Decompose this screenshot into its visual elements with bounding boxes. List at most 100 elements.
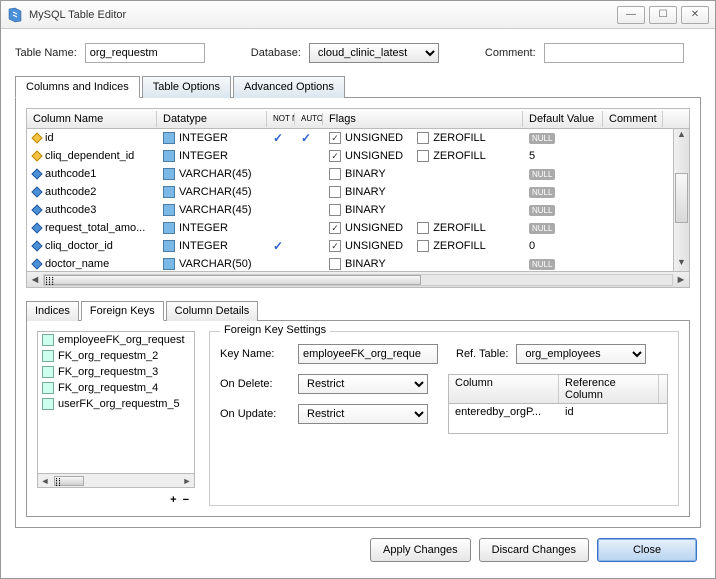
default-value[interactable]: NULL (523, 132, 603, 145)
scroll-down-arrow[interactable]: ▼ (674, 257, 689, 271)
flag-checkbox[interactable] (329, 204, 341, 216)
column-name: authcode2 (45, 186, 96, 198)
grid-body[interactable]: idINTEGER✓✓✓UNSIGNED ZEROFILLNULLcliq_de… (27, 129, 673, 271)
ref-columns-grid[interactable]: Column Reference Column enteredby_orgP..… (448, 374, 668, 434)
discard-changes-button[interactable]: Discard Changes (479, 538, 589, 562)
datatype-icon (163, 132, 175, 144)
ref-cell-column[interactable]: enteredby_orgP... (449, 404, 559, 420)
footer-buttons: Apply Changes Discard Changes Close (15, 528, 701, 564)
default-value[interactable]: NULL (523, 168, 603, 181)
ref-header-refcol[interactable]: Reference Column (559, 375, 659, 403)
fk-scroll-right[interactable]: ► (180, 476, 194, 486)
ref-table-select[interactable]: org_employees (516, 344, 646, 364)
hscroll-thumb[interactable]: ⁞⁞⁞ (44, 275, 421, 285)
fk-settings: Foreign Key Settings Key Name: Ref. Tabl… (209, 331, 679, 506)
default-value[interactable]: NULL (523, 222, 603, 235)
fk-item-label: FK_org_requestm_4 (58, 382, 158, 394)
header-column-name[interactable]: Column Name (27, 111, 157, 127)
table-row[interactable]: request_total_amo...INTEGER✓UNSIGNED ZER… (27, 219, 673, 237)
flag-checkbox[interactable] (329, 186, 341, 198)
default-value[interactable]: 5 (523, 149, 603, 163)
fk-remove-button[interactable]: − (183, 494, 195, 506)
scroll-right-arrow[interactable]: ► (673, 274, 689, 286)
flag-label: BINARY (345, 186, 386, 198)
table-row[interactable]: authcode1VARCHAR(45)BINARYNULL (27, 165, 673, 183)
apply-changes-button[interactable]: Apply Changes (370, 538, 471, 562)
fk-add-button[interactable]: + (170, 494, 182, 506)
on-delete-select[interactable]: Restrict (298, 374, 428, 394)
columns-grid: Column Name Datatype NOT NULL AUTO INC F… (26, 108, 690, 288)
fk-list-item[interactable]: userFK_org_requestm_5 (38, 396, 194, 412)
on-update-label: On Update: (220, 408, 290, 420)
flag-checkbox[interactable] (417, 240, 429, 252)
fk-list-item[interactable]: employeeFK_org_request (38, 332, 194, 348)
ref-header-column[interactable]: Column (449, 375, 559, 403)
fk-list-container: employeeFK_org_requestFK_org_requestm_2F… (37, 331, 195, 506)
datatype-icon (163, 222, 175, 234)
ref-cell-refcol[interactable]: id (559, 404, 659, 420)
fk-icon (42, 334, 54, 346)
flag-label: ZEROFILL (433, 132, 486, 144)
fk-list[interactable]: employeeFK_org_requestFK_org_requestm_2F… (37, 331, 195, 474)
fk-hscroll[interactable]: ◄ ⁞⁞ ► (37, 474, 195, 488)
tab-columns-indices[interactable]: Columns and Indices (15, 76, 140, 98)
database-select[interactable]: cloud_clinic_latest (309, 43, 439, 63)
vertical-scrollbar[interactable]: ▲ ▼ (673, 129, 689, 271)
default-value[interactable]: NULL (523, 204, 603, 217)
flag-checkbox[interactable]: ✓ (329, 150, 341, 162)
header-auto-inc[interactable]: AUTO INC (295, 113, 323, 125)
column-name: authcode3 (45, 204, 96, 216)
maximize-button[interactable]: ☐ (649, 6, 677, 24)
default-value[interactable]: NULL (523, 258, 603, 271)
main-tabs: Columns and Indices Table Options Advanc… (15, 75, 701, 98)
fk-list-item[interactable]: FK_org_requestm_4 (38, 380, 194, 396)
flag-checkbox[interactable] (329, 258, 341, 270)
close-button[interactable]: Close (597, 538, 697, 562)
header-datatype[interactable]: Datatype (157, 111, 267, 127)
header-not-null[interactable]: NOT NULL (267, 113, 295, 125)
table-row[interactable]: cliq_dependent_idINTEGER✓UNSIGNED ZEROFI… (27, 147, 673, 165)
subtab-indices[interactable]: Indices (26, 301, 79, 321)
default-value[interactable]: NULL (523, 186, 603, 199)
close-window-button[interactable]: ✕ (681, 6, 709, 24)
foreign-keys-panel: employeeFK_org_requestFK_org_requestm_2F… (26, 320, 690, 517)
minimize-button[interactable]: — (617, 6, 645, 24)
table-name-input[interactable] (85, 43, 205, 63)
table-row[interactable]: cliq_doctor_idINTEGER✓✓UNSIGNED ZEROFILL… (27, 237, 673, 255)
table-row[interactable]: authcode3VARCHAR(45)BINARYNULL (27, 201, 673, 219)
table-row[interactable]: doctor_nameVARCHAR(50)BINARYNULL (27, 255, 673, 271)
null-badge: NULL (529, 223, 555, 234)
table-row[interactable]: idINTEGER✓✓✓UNSIGNED ZEROFILLNULL (27, 129, 673, 147)
table-row[interactable]: authcode2VARCHAR(45)BINARYNULL (27, 183, 673, 201)
flag-checkbox[interactable] (329, 168, 341, 180)
flag-checkbox[interactable] (417, 150, 429, 162)
default-value[interactable]: 0 (523, 239, 603, 253)
scroll-up-arrow[interactable]: ▲ (674, 129, 689, 143)
fk-scroll-left[interactable]: ◄ (38, 476, 52, 486)
flag-checkbox[interactable] (417, 132, 429, 144)
flag-checkbox[interactable]: ✓ (329, 132, 341, 144)
tab-advanced-options[interactable]: Advanced Options (233, 76, 345, 98)
header-default[interactable]: Default Value (523, 111, 603, 127)
on-update-select[interactable]: Restrict (298, 404, 428, 424)
flag-checkbox[interactable]: ✓ (329, 222, 341, 234)
subtab-foreign-keys[interactable]: Foreign Keys (81, 301, 164, 321)
horizontal-scrollbar[interactable]: ◄ ⁞⁞⁞ ► (27, 271, 689, 287)
comment-input[interactable] (544, 43, 684, 63)
key-name-input[interactable] (298, 344, 438, 364)
tab-table-options[interactable]: Table Options (142, 76, 231, 98)
fk-list-item[interactable]: FK_org_requestm_3 (38, 364, 194, 380)
scroll-thumb[interactable] (675, 173, 688, 223)
datatype-icon (163, 168, 175, 180)
column-name: request_total_amo... (45, 222, 145, 234)
column-icon (31, 132, 42, 143)
scroll-left-arrow[interactable]: ◄ (27, 274, 43, 286)
fk-scroll-thumb[interactable]: ⁞⁞ (54, 476, 84, 486)
header-flags[interactable]: Flags (323, 111, 523, 127)
key-name-label: Key Name: (220, 348, 290, 360)
subtab-column-details[interactable]: Column Details (166, 301, 259, 321)
flag-checkbox[interactable] (417, 222, 429, 234)
flag-checkbox[interactable]: ✓ (329, 240, 341, 252)
header-comment[interactable]: Comment (603, 111, 663, 127)
fk-list-item[interactable]: FK_org_requestm_2 (38, 348, 194, 364)
